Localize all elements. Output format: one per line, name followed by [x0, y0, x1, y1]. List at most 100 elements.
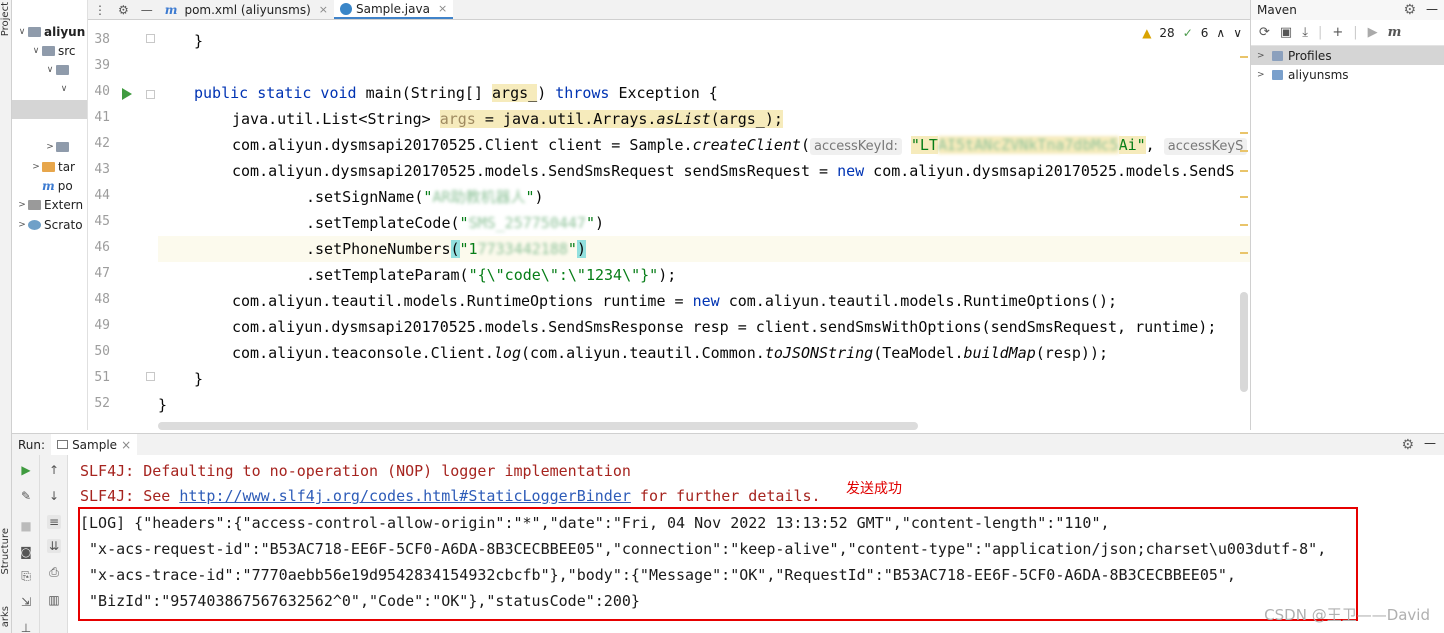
reload-icon[interactable]: ⟳ — [1259, 25, 1270, 40]
project-tree-item[interactable]: > tar — [30, 157, 75, 176]
download-icon[interactable]: ⤓ — [1302, 25, 1308, 40]
warning-stripe[interactable] — [1240, 170, 1248, 172]
trash-icon[interactable]: ▥ — [47, 593, 61, 607]
chevron-down-icon[interactable]: ∨ — [30, 46, 42, 56]
code-line-46: .setPhoneNumbers("17733442188") — [306, 240, 586, 258]
project-tree-item[interactable] — [58, 119, 70, 138]
horizontal-scrollbar[interactable] — [158, 422, 918, 430]
run-toolbar-primary: ▶ ✎ ■ ◙ ⎘ ⇲ ⊥ — [12, 455, 40, 633]
chevron-right-icon[interactable]: > — [16, 200, 28, 210]
fold-marker-icon[interactable] — [146, 90, 155, 99]
warning-stripe[interactable] — [1240, 56, 1248, 58]
chevron-right-icon: > — [1257, 50, 1265, 61]
pin-icon[interactable]: ⊥ — [19, 621, 33, 633]
tree-item-label: Extern — [44, 198, 84, 213]
project-tree-item[interactable]: > Scrato — [16, 215, 82, 234]
arrow-down-icon[interactable]: ↓ — [47, 489, 61, 503]
run-icon[interactable]: ▶ — [1368, 25, 1378, 40]
rerun-icon[interactable]: ▶ — [19, 463, 33, 477]
chevron-up-icon[interactable]: ∧ — [1216, 26, 1225, 40]
maven-item-label: aliyunsms — [1288, 67, 1349, 82]
code-line-42: com.aliyun.dysmsapi20170525.Client clien… — [232, 132, 1248, 158]
print-icon[interactable]: ⎙ — [47, 565, 61, 579]
arrow-up-icon[interactable]: ↑ — [47, 463, 61, 477]
slf4j-link[interactable]: http://www.slf4j.org/codes.html#StaticLo… — [179, 487, 631, 505]
export-icon[interactable]: ⇲ — [19, 595, 33, 609]
gear-icon[interactable]: ⚙ — [1403, 2, 1416, 18]
project-tree-item[interactable]: ∨ — [44, 61, 72, 80]
run-main-icon[interactable] — [122, 88, 132, 100]
run-tab-label: Sample — [72, 437, 118, 452]
code-line-40: public static void main(String[] args_) … — [194, 84, 718, 102]
scroll-to-end-icon[interactable]: ⇊ — [47, 539, 61, 553]
chevron-right-icon[interactable]: > — [44, 142, 56, 152]
maven-toolbar: ⟳ ▣ ⤓ | + | ▶ m — [1251, 20, 1444, 46]
warning-stripe[interactable] — [1240, 132, 1248, 134]
chevron-down-icon[interactable]: ∨ — [1233, 26, 1242, 40]
line-number: 45 — [94, 214, 110, 229]
warning-stripe[interactable] — [1240, 196, 1248, 198]
profiles-icon — [1272, 50, 1283, 61]
project-tree-item[interactable] — [58, 99, 70, 118]
tab-list-icon[interactable]: ⋮ — [88, 0, 112, 19]
folder-icon — [56, 142, 69, 153]
chevron-down-icon[interactable]: ∨ — [44, 65, 56, 75]
line-number: 41 — [94, 110, 110, 125]
chevron-down-icon[interactable]: ∨ — [16, 27, 28, 37]
settings-gear-icon[interactable]: ⚙ — [112, 0, 135, 19]
line-number: 47 — [94, 266, 110, 281]
run-tab-sample[interactable]: Sample × — [51, 433, 138, 456]
fold-marker-icon[interactable] — [146, 34, 155, 43]
chevron-right-icon[interactable]: > — [30, 162, 42, 172]
gear-icon[interactable]: ⚙ — [1401, 437, 1414, 453]
masked-template-code: SMS_257750447 — [468, 214, 586, 232]
close-icon[interactable]: × — [438, 2, 447, 15]
close-icon[interactable]: × — [319, 3, 328, 16]
fold-marker-icon[interactable] — [146, 372, 155, 381]
project-tree-item[interactable]: ∨ aliyun — [16, 22, 86, 41]
add-icon[interactable]: + — [1332, 25, 1343, 40]
tab-sample-java[interactable]: Sample.java × — [333, 0, 454, 19]
selected-tree-row[interactable] — [12, 100, 87, 119]
folder-icon — [56, 65, 69, 76]
project-tree-item[interactable]: > — [44, 138, 72, 157]
project-tree-item[interactable]: > Extern — [16, 196, 83, 215]
minimize-icon[interactable]: — — [1424, 436, 1436, 450]
line-number: 51 — [94, 370, 110, 385]
console-log-line: "x-acs-trace-id":"7770aebb56e19d95428341… — [80, 566, 1236, 584]
project-tree-item[interactable]: ∨ src — [30, 41, 76, 60]
warning-stripe[interactable] — [1240, 150, 1248, 152]
scratch-icon — [28, 219, 41, 230]
soft-wrap-icon[interactable]: ≡ — [47, 515, 61, 529]
close-icon[interactable]: × — [121, 438, 131, 452]
minimize-icon[interactable]: — — [135, 0, 159, 19]
restore-layout-icon[interactable]: ⎘ — [19, 569, 33, 583]
project-tree-item[interactable]: ∨ — [58, 80, 70, 99]
inspection-widget[interactable]: ▲ 28 ✓ 6 ∧ ∨ — [1142, 26, 1242, 40]
camera-icon[interactable]: ◙ — [19, 545, 33, 559]
code-line-52: } — [158, 396, 168, 414]
vertical-scrollbar[interactable] — [1240, 292, 1248, 392]
maven-item-profiles[interactable]: > Profiles — [1251, 46, 1444, 65]
tab-pom-xml[interactable]: m pom.xml (aliyunsms) × — [159, 0, 334, 19]
structure-tool-label[interactable]: Structure — [0, 528, 12, 575]
warning-stripe[interactable] — [1240, 224, 1248, 226]
warning-stripe[interactable] — [1240, 252, 1248, 254]
chevron-right-icon[interactable]: > — [16, 220, 28, 230]
code-editor[interactable]: } public static void main(String[] args_… — [158, 20, 1250, 430]
maven-title: Maven — [1257, 3, 1297, 17]
bookmarks-tool-label[interactable]: arks — [0, 606, 12, 627]
run-toolbar-secondary: ↑ ↓ ≡ ⇊ ⎙ ▥ — [40, 455, 68, 633]
wrench-icon[interactable]: ✎ — [19, 489, 33, 503]
project-tree-item[interactable]: m po — [30, 176, 73, 195]
line-number: 43 — [94, 162, 110, 177]
minimize-icon[interactable]: — — [1426, 2, 1438, 18]
execute-goal-icon[interactable]: m — [1388, 25, 1402, 40]
stop-icon[interactable]: ■ — [19, 519, 33, 533]
add-maven-project-icon[interactable]: ▣ — [1280, 25, 1292, 40]
run-console[interactable]: SLF4J: Defaulting to no-operation (NOP) … — [68, 455, 1444, 633]
maven-item-aliyunsms[interactable]: > aliyunsms — [1251, 65, 1444, 84]
chevron-down-icon[interactable]: ∨ — [58, 84, 70, 94]
line-number: 42 — [94, 136, 110, 151]
project-tool-label[interactable]: Project — [0, 2, 12, 36]
